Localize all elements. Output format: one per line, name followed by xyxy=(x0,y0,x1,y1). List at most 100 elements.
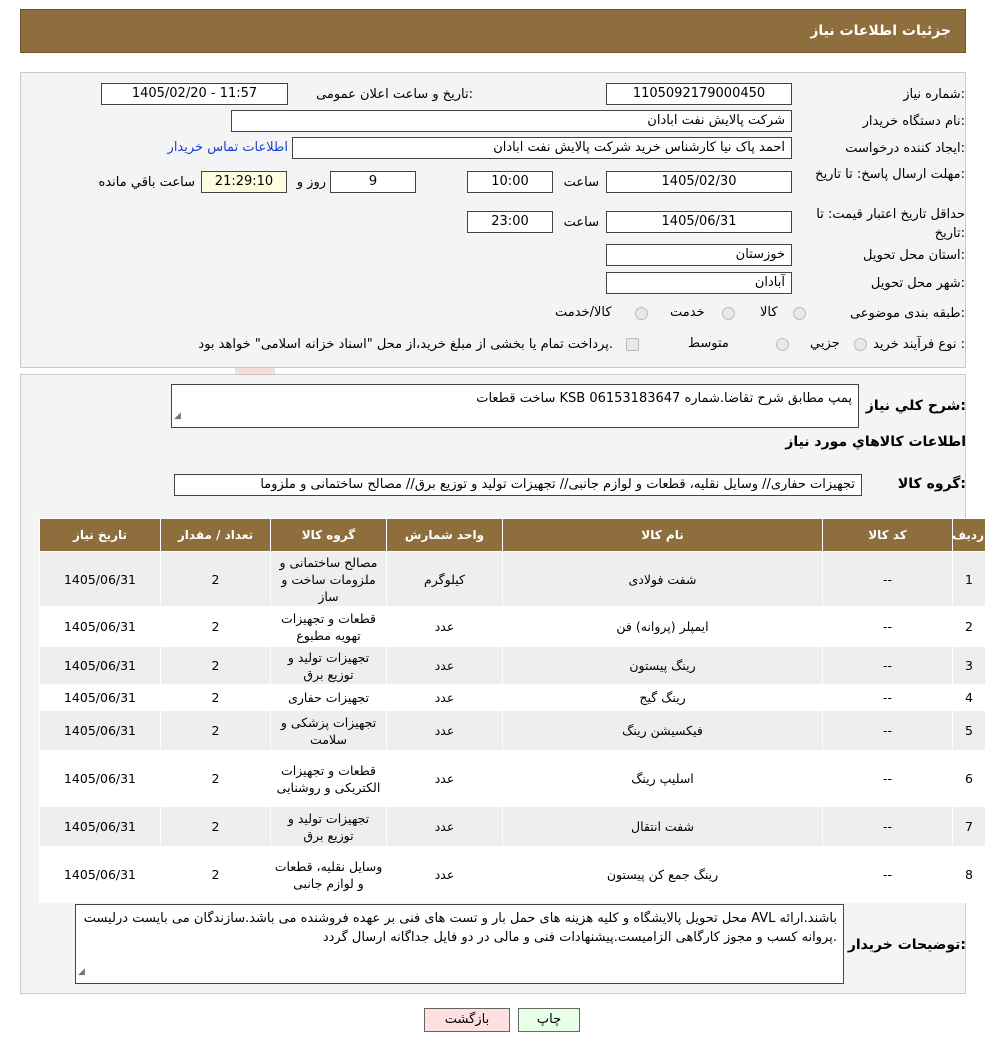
cell-row-number: 6 xyxy=(952,750,985,807)
cell-unit: کیلوگرم xyxy=(386,551,503,607)
cell-date: 1405/06/31 xyxy=(39,846,161,903)
cell-code: -- xyxy=(822,710,953,751)
buyer-notes-field: محل تحویل پالایشگاه و کلیه هزینه های حمل… xyxy=(75,904,844,984)
purchase-option-minor: جزیي xyxy=(810,336,840,351)
category-radio-goods-service[interactable] xyxy=(635,307,648,320)
creator-label: ایجاد کننده درخواست: xyxy=(845,141,965,156)
city-label: شهر محل تحویل: xyxy=(870,276,965,291)
purchase-option-medium: متوسط xyxy=(688,336,729,351)
cell-date: 1405/06/31 xyxy=(39,606,161,647)
category-option-service: خدمت xyxy=(670,305,705,320)
table-row: 3 -- رینگ پیستون عدد تجهیزات تولید و توز… xyxy=(39,646,985,685)
goods-info-title: اطلاعات کالاهاي مورد نياز xyxy=(785,434,966,450)
cell-quantity: 2 xyxy=(160,684,271,711)
need-number-label: شماره نیاز: xyxy=(903,87,965,102)
col-header-date: تاریخ نیاز xyxy=(39,518,161,552)
cell-code: -- xyxy=(822,684,953,711)
province-field: خوزستان xyxy=(606,244,792,266)
category-label: طبقه بندی موضوعی: xyxy=(849,306,965,321)
col-header-group: گروه کالا xyxy=(270,518,387,552)
province-label: استان محل تحویل: xyxy=(863,248,965,263)
cell-name: اسلیپ رینگ xyxy=(502,750,823,807)
cell-row-number: 3 xyxy=(952,646,985,685)
remaining-label: ساعت باقي مانده xyxy=(98,175,195,190)
items-table-header: رديف کد کالا نام کالا واحد شمارش گروه کا… xyxy=(39,518,985,552)
table-row: 2 -- ایمپلر (پروانه) فن عدد قطعات و تجهی… xyxy=(39,606,985,647)
cell-name: رینگ پیستون xyxy=(502,646,823,685)
cell-group: قطعات و تجهیزات تهویه مطبوع xyxy=(270,606,387,647)
days-field: 9 xyxy=(330,171,416,193)
cell-code: -- xyxy=(822,551,953,607)
cell-group: مصالح ساختمانی و ملزومات ساخت و ساز xyxy=(270,551,387,607)
need-description-text: ساخت قطعات KSB پمپ مطابق شرح تقاضا.شماره… xyxy=(476,391,852,406)
print-button[interactable]: چاپ xyxy=(518,1008,580,1032)
cell-group: قطعات و تجهیزات الکتریکی و روشنایی xyxy=(270,750,387,807)
cell-group: وسایل نقلیه، قطعات و لوازم جانبی xyxy=(270,846,387,903)
cell-group: تجهیزات تولید و توزیع برق xyxy=(270,806,387,847)
category-radio-goods[interactable] xyxy=(793,307,806,320)
cell-quantity: 2 xyxy=(160,806,271,847)
cell-quantity: 2 xyxy=(160,710,271,751)
cell-date: 1405/06/31 xyxy=(39,551,161,607)
buyer-notes-text: محل تحویل پالایشگاه و کلیه هزینه های حمل… xyxy=(83,911,837,945)
cell-unit: عدد xyxy=(386,750,503,807)
page-header: جزئیات اطلاعات نیاز xyxy=(20,9,966,53)
cell-name: فیکسیشن رینگ xyxy=(502,710,823,751)
cell-date: 1405/06/31 xyxy=(39,684,161,711)
need-description-label: شرح کلي نياز: xyxy=(865,398,966,414)
validity-time-field: 23:00 xyxy=(467,211,553,233)
category-option-goods-service: کالا/خدمت xyxy=(555,305,612,320)
cell-unit: عدد xyxy=(386,684,503,711)
resize-grip-icon[interactable]: ◢ xyxy=(78,963,85,982)
items-table-body: 1 -- شفت فولادی کیلوگرم مصالح ساختمانی و… xyxy=(39,551,985,903)
cell-quantity: 2 xyxy=(160,606,271,647)
validity-date-field: 1405/06/31 xyxy=(606,211,792,233)
cell-quantity: 2 xyxy=(160,551,271,607)
cell-quantity: 2 xyxy=(160,846,271,903)
goods-group-field: تجهیزات حفاری// وسایل نقلیه، قطعات و لوا… xyxy=(174,474,862,496)
cell-name: رینگ گیج xyxy=(502,684,823,711)
table-row: 6 -- اسلیپ رینگ عدد قطعات و تجهیزات الکت… xyxy=(39,750,985,807)
deadline-date-field: 1405/02/30 xyxy=(606,171,792,193)
cell-row-number: 2 xyxy=(952,606,985,647)
cell-date: 1405/06/31 xyxy=(39,710,161,751)
validity-time-label: ساعت xyxy=(563,215,599,230)
treasury-note: پرداخت تمام یا بخشی از مبلغ خرید،از محل … xyxy=(198,337,613,352)
buyer-contact-link[interactable]: اطلاعات تماس خریدار xyxy=(168,140,288,155)
purchase-radio-medium[interactable] xyxy=(776,338,789,351)
buyer-field: شرکت پالایش نفت ابادان xyxy=(231,110,792,132)
col-header-quantity: تعداد / مقدار xyxy=(160,518,271,552)
table-row: 4 -- رینگ گیج عدد تجهیزات حفاری 2 1405/0… xyxy=(39,684,985,711)
items-table-wrapper: رديف کد کالا نام کالا واحد شمارش گروه کا… xyxy=(39,518,985,903)
resize-grip-icon[interactable]: ◢ xyxy=(174,407,181,426)
items-table: رديف کد کالا نام کالا واحد شمارش گروه کا… xyxy=(39,518,985,903)
table-row: 1 -- شفت فولادی کیلوگرم مصالح ساختمانی و… xyxy=(39,551,985,607)
treasury-checkbox[interactable] xyxy=(626,338,639,351)
announce-label: تاریخ و ساعت اعلان عمومی: xyxy=(316,87,473,102)
table-row: 5 -- فیکسیشن رینگ عدد تجهیزات پزشکی و سل… xyxy=(39,710,985,751)
cell-unit: عدد xyxy=(386,606,503,647)
remaining-time-field: 21:29:10 xyxy=(201,171,287,193)
deadline-time-label: ساعت xyxy=(563,175,599,190)
back-button[interactable]: بازگشت xyxy=(424,1008,510,1032)
cell-unit: عدد xyxy=(386,710,503,751)
col-header-code: کد کالا xyxy=(822,518,953,552)
category-radio-service[interactable] xyxy=(722,307,735,320)
validity-label: حداقل تاریخ اعتبار قیمت: تا تاریخ: xyxy=(816,207,965,241)
deadline-label: مهلت ارسال پاسخ: تا تاریخ: xyxy=(815,167,965,182)
purchase-radio-minor[interactable] xyxy=(854,338,867,351)
cell-row-number: 8 xyxy=(952,846,985,903)
cell-unit: عدد xyxy=(386,806,503,847)
cell-date: 1405/06/31 xyxy=(39,646,161,685)
cell-unit: عدد xyxy=(386,846,503,903)
cell-quantity: 2 xyxy=(160,750,271,807)
city-field: آبادان xyxy=(606,272,792,294)
buyer-notes-label: توضیحات خریدار: xyxy=(847,937,966,953)
cell-quantity: 2 xyxy=(160,646,271,685)
page-title: جزئیات اطلاعات نیاز xyxy=(810,23,951,39)
cell-row-number: 1 xyxy=(952,551,985,607)
col-header-name: نام کالا xyxy=(502,518,823,552)
deadline-time-field: 10:00 xyxy=(467,171,553,193)
cell-code: -- xyxy=(822,606,953,647)
goods-group-label: گروه کالا: xyxy=(897,476,966,492)
